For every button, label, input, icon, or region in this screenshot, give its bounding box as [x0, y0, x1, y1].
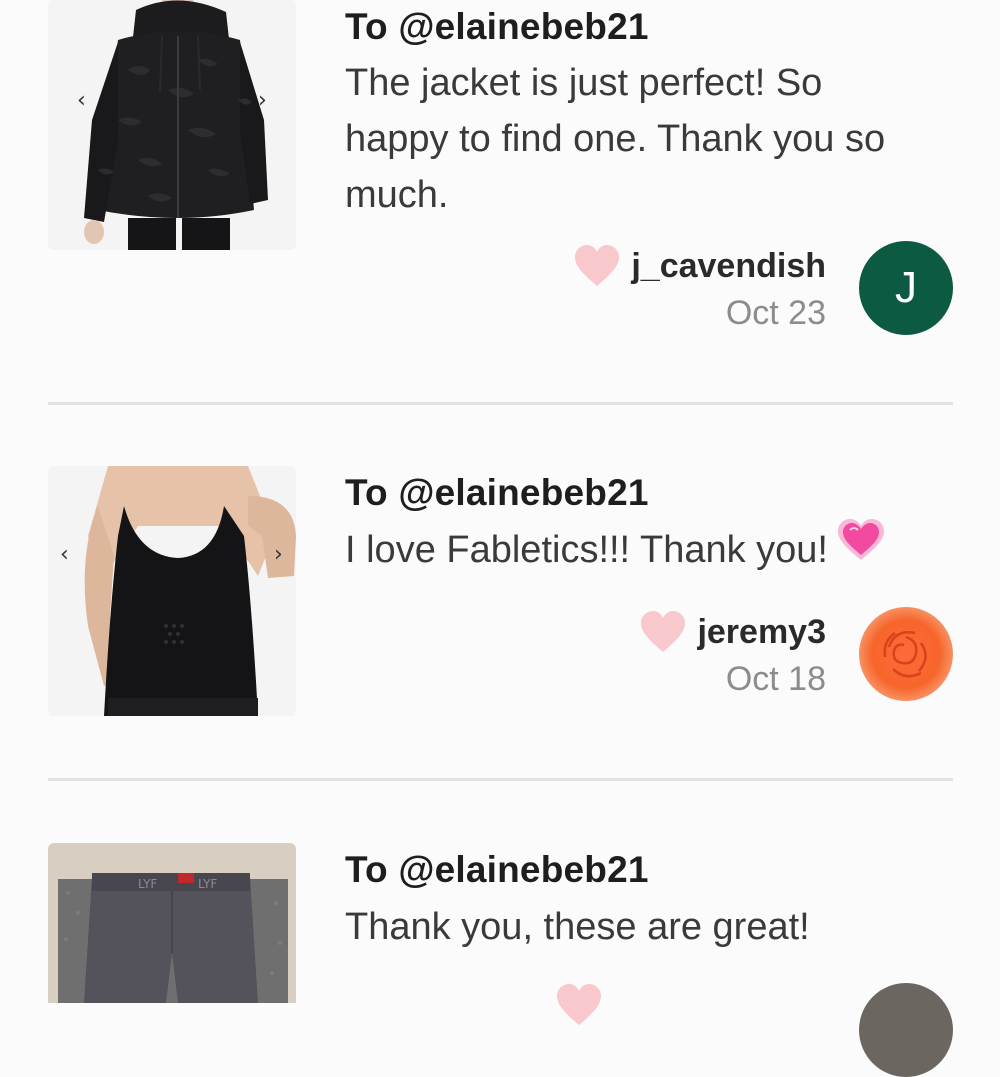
product-image-tank[interactable]: ‹ › — [48, 466, 296, 716]
product-image-jacket[interactable]: ‹ › — [48, 0, 296, 250]
recipient-label: To @elainebeb21 — [345, 6, 649, 47]
post-message-text: I love Fabletics!!! Thank you! — [345, 529, 828, 572]
product-image-shorts[interactable]: LYF LYF — [48, 843, 296, 1003]
chevron-left-icon[interactable]: ‹ — [77, 90, 86, 112]
username[interactable]: j_cavendish — [631, 247, 826, 286]
divider — [48, 402, 953, 405]
post-date: Oct 18 — [725, 660, 826, 698]
avatar[interactable]: J — [859, 241, 953, 335]
post-message: Thank you, these are great! — [345, 906, 810, 948]
rose-photo-icon — [859, 607, 953, 701]
avatar[interactable] — [859, 607, 953, 701]
post-date: Oct 23 — [725, 294, 826, 332]
post-message: The jacket is just perfect! So happy to … — [345, 62, 886, 216]
heart-sparkle-emoji-icon — [836, 518, 886, 578]
avatar-initial: J — [895, 263, 917, 312]
recipient-label: To @elainebeb21 — [345, 472, 649, 513]
post-meta: jeremy3 Oct 18 — [639, 610, 826, 699]
chevron-right-icon[interactable]: › — [274, 544, 283, 566]
chevron-right-icon[interactable]: › — [258, 90, 267, 112]
svg-text:LYF: LYF — [138, 877, 157, 891]
post-meta: j_cavendish Oct 23 — [573, 244, 826, 333]
post-message: I love Fabletics!!! Thank you! — [345, 519, 965, 582]
svg-text:LYF: LYF — [198, 877, 217, 891]
avatar[interactable] — [859, 983, 953, 1077]
heart-icon[interactable] — [639, 610, 687, 654]
recipient-label: To @elainebeb21 — [345, 849, 649, 890]
username[interactable]: jeremy3 — [697, 613, 826, 652]
thank-you-feed: ‹ › To @elainebeb21 The jacket is just p… — [0, 0, 1000, 1077]
divider — [48, 778, 953, 781]
chevron-left-icon[interactable]: ‹ — [60, 544, 69, 566]
heart-icon[interactable] — [555, 983, 603, 1032]
heart-icon[interactable] — [573, 244, 621, 288]
